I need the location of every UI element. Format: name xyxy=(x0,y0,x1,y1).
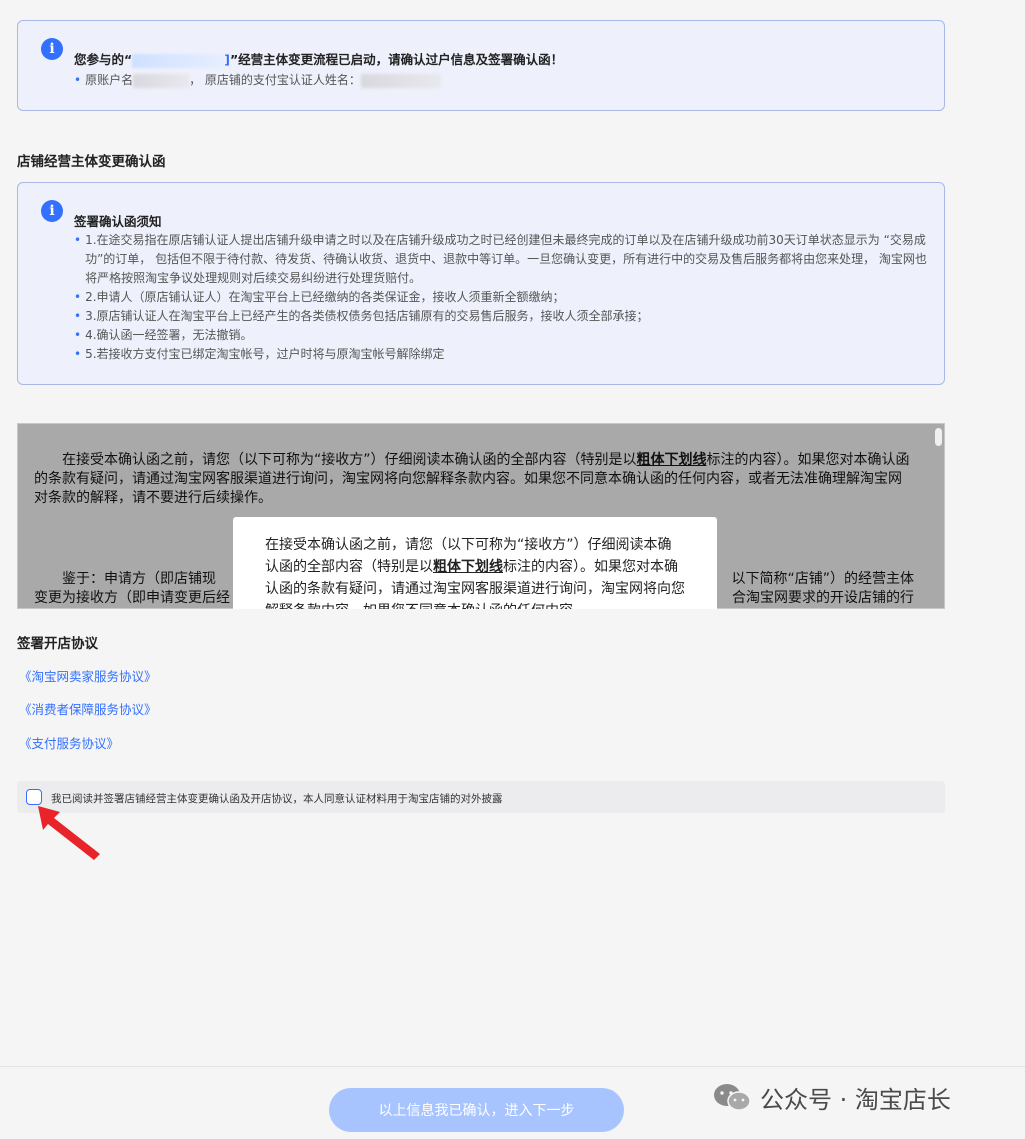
document-paragraph-intro: 在接受本确认函之前，请您（以下可称为“接收方”）仔细阅读本确认函的全部内容（特别… xyxy=(34,452,910,506)
process-started-title: 您参与的“]”经营主体变更流程已启动，请确认过户信息及签署确认函！ xyxy=(74,52,564,68)
confirm-section-title: 店铺经营主体变更确认函 xyxy=(17,154,166,170)
watermark: 公众号 · 淘宝店长 xyxy=(712,1080,951,1114)
consumer-protection-agreement-link[interactable]: 《消费者保障服务协议》 xyxy=(19,699,157,718)
agree-label: 我已阅读并签署店铺经营主体变更确认函及开店协议，本人同意认证材料用于淘宝店铺的对… xyxy=(51,793,503,805)
document-popup: 在接受本确认函之前，请您（以下可称为“接收方”）仔细阅读本确认函的全部内容（特别… xyxy=(233,517,717,609)
redacted-certifier-name xyxy=(360,73,441,88)
redacted-account-name xyxy=(133,73,190,88)
payment-service-agreement-link[interactable]: 《支付服务协议》 xyxy=(19,733,119,752)
agreements-section-title: 签署开店协议 xyxy=(17,636,98,652)
redacted-shop-name xyxy=(132,53,225,68)
footer-divider xyxy=(0,1066,1025,1067)
info-icon: i xyxy=(41,38,63,60)
red-arrow-icon xyxy=(38,806,100,860)
document-scrollbar[interactable] xyxy=(935,428,942,446)
signing-notice: i 签署确认函须知 • 1.在途交易指在原店铺认证人提出店铺升级申请之时以及在店铺… xyxy=(17,182,945,385)
seller-service-agreement-link[interactable]: 《淘宝网卖家服务协议》 xyxy=(19,666,157,685)
agree-bar: 我已阅读并签署店铺经营主体变更确认函及开店协议，本人同意认证材料用于淘宝店铺的对… xyxy=(17,781,945,813)
info-icon: i xyxy=(41,200,63,222)
next-step-button[interactable]: 以上信息我已确认，进入下一步 xyxy=(329,1088,624,1132)
account-details-line: • 原账户名， 原店铺的支付宝认证人姓名： xyxy=(74,71,441,89)
signing-notice-list: • 1.在途交易指在原店铺认证人提出店铺升级申请之时以及在店铺升级成功之时已经创建… xyxy=(74,231,934,364)
wechat-icon xyxy=(714,1084,751,1111)
signing-notice-title: 签署确认函须知 xyxy=(74,214,162,229)
watermark-text: 公众号 · 淘宝店长 xyxy=(760,1085,951,1114)
list-item: • 1.在途交易指在原店铺认证人提出店铺升级申请之时以及在店铺升级成功之时已经创建… xyxy=(74,233,927,285)
list-item: • 5.若接收方支付宝已绑定淘宝帐号，过户时将与原淘宝帐号解除绑定 xyxy=(74,347,445,361)
process-started-notice: i 您参与的“]”经营主体变更流程已启动，请确认过户信息及签署确认函！ • 原账户… xyxy=(17,20,945,111)
list-item: • 4.确认函一经签署，无法撤销。 xyxy=(74,328,253,342)
list-item: • 3.原店铺认证人在淘宝平台上已经产生的各类债权债务包括店铺原有的交易售后服务，… xyxy=(74,309,649,323)
list-item: • 2.申请人（原店铺认证人）在淘宝平台上已经缴纳的各类保证金，接收人须重新全额缴… xyxy=(74,290,565,304)
